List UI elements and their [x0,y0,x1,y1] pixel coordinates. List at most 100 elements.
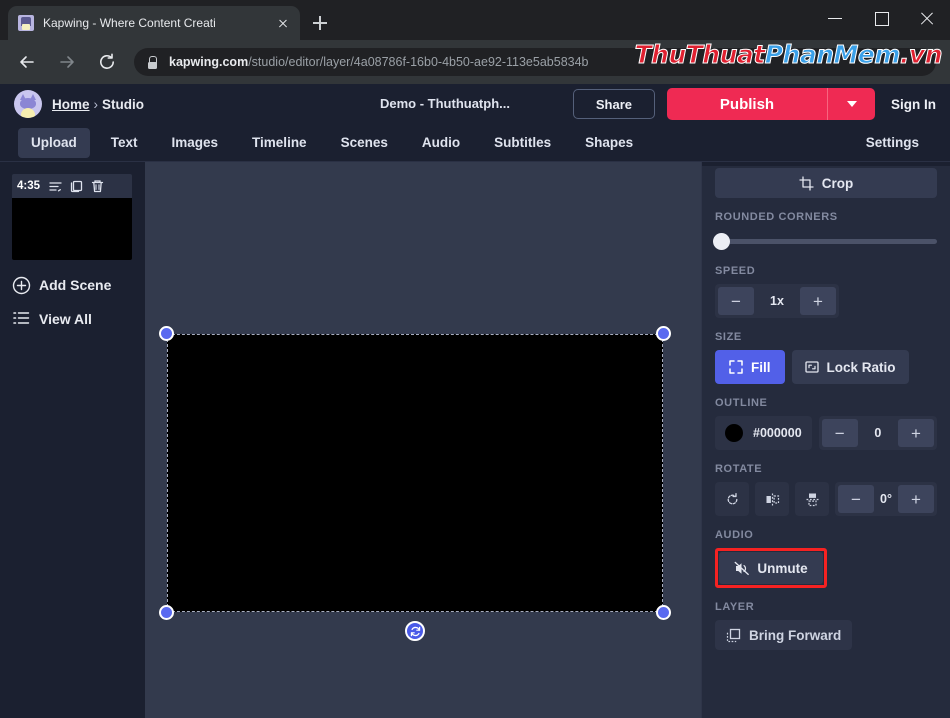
share-button[interactable]: Share [573,89,655,119]
tab-subtitles[interactable]: Subtitles [481,128,564,158]
breadcrumb: Home ›Studio [52,97,144,112]
fill-label: Fill [751,360,771,375]
lock-icon [146,55,158,69]
scene-duration: 4:35 [17,180,40,192]
scene-thumbnail[interactable] [12,198,132,260]
scene-card[interactable]: 4:35 [12,174,132,260]
duplicate-icon[interactable] [68,178,85,195]
resize-handle-bottom-right[interactable] [656,605,671,620]
outline-increase-button[interactable]: + [898,419,934,447]
browser-tab-strip: Kapwing - Where Content Creati [8,6,334,40]
publish-button[interactable]: Publish [667,88,827,120]
url-path: /studio/editor/layer/4a08786f-16b0-4b50-… [248,55,588,69]
kapwing-favicon-icon [18,15,34,31]
add-scene-label: Add Scene [39,277,111,293]
tab-close-icon[interactable] [274,14,292,32]
selected-layer[interactable] [167,334,663,612]
resize-handle-top-left[interactable] [159,326,174,341]
unmute-button[interactable]: Unmute [719,552,823,584]
trash-icon[interactable] [89,178,106,195]
speed-value: 1x [757,294,797,308]
rotate-increase-button[interactable]: + [898,485,934,513]
outline-label: OUTLINE [715,397,937,409]
flip-vertical-button[interactable] [795,482,829,516]
speed-increase-button[interactable]: + [800,287,836,315]
view-all-button[interactable]: View All [12,310,145,328]
speed-decrease-button[interactable]: − [718,287,754,315]
tab-shapes[interactable]: Shapes [572,128,646,158]
breadcrumb-home[interactable]: Home [52,97,90,112]
maximize-icon[interactable] [858,0,904,36]
slider-track[interactable] [715,239,937,244]
rotate-cw-button[interactable] [715,482,749,516]
outline-color-picker[interactable]: #000000 [715,416,812,450]
scenes-rail: 4:35 [0,162,145,718]
editor-canvas[interactable] [145,162,701,718]
tab-scenes[interactable]: Scenes [328,128,401,158]
app-header: Home ›Studio Demo - Thuthuatph... Share P… [0,84,950,124]
crop-button[interactable]: Crop [715,168,937,198]
size-options: Fill Lock Ratio [715,350,937,384]
breadcrumb-current: Studio [102,97,144,112]
new-tab-button[interactable] [306,9,334,37]
rotate-controls: − 0° + [715,482,937,516]
rotate-decrease-button[interactable]: − [838,485,874,513]
color-swatch [725,424,743,442]
back-arrow-icon[interactable] [10,45,44,79]
reload-icon[interactable] [90,45,124,79]
breadcrumb-separator: › [94,97,99,112]
forward-arrow-icon[interactable] [50,45,84,79]
outline-controls: #000000 − 0 + [715,416,937,450]
resize-handle-bottom-left[interactable] [159,605,174,620]
audio-label: AUDIO [715,529,937,541]
bring-forward-button[interactable]: Bring Forward [715,620,852,650]
publish-dropdown-button[interactable] [827,88,875,120]
panel-scroll-fade [702,162,950,166]
mute-speaker-icon [734,561,750,576]
browser-titlebar: Kapwing - Where Content Creati [0,0,950,40]
tab-text[interactable]: Text [98,128,151,158]
layer-label: LAYER [715,601,937,613]
slider-knob[interactable] [713,233,730,250]
tab-images[interactable]: Images [159,128,232,158]
project-title[interactable]: Demo - Thuthuatph... [380,96,510,111]
fill-button[interactable]: Fill [715,350,785,384]
resize-handle-top-right[interactable] [656,326,671,341]
url-domain: kapwing.com [169,55,248,69]
browser-tab[interactable]: Kapwing - Where Content Creati [8,6,300,40]
list-settings-icon[interactable] [47,178,64,195]
unmute-label: Unmute [757,561,807,576]
tab-upload[interactable]: Upload [18,128,90,158]
speed-stepper[interactable]: − 1x + [715,284,839,318]
window-controls [812,0,950,36]
watermark-part-2: PhanMem [765,40,900,69]
scene-toolbar: 4:35 [12,174,132,198]
rotate-stepper[interactable]: − 0° + [835,482,937,516]
close-icon[interactable] [904,0,950,36]
sign-in-button[interactable]: Sign In [891,97,936,112]
properties-panel: Crop ROUNDED CORNERS SPEED − 1x + SIZE [701,162,950,718]
tab-timeline[interactable]: Timeline [239,128,320,158]
add-scene-button[interactable]: Add Scene [12,276,145,294]
size-label: SIZE [715,331,937,343]
crop-label: Crop [822,176,854,191]
lock-ratio-button[interactable]: Lock Ratio [792,350,909,384]
flip-horizontal-button[interactable] [755,482,789,516]
rotate-label: ROTATE [715,463,937,475]
video-layer[interactable] [167,334,663,612]
speed-label: SPEED [715,265,937,277]
publish-group: Publish [667,88,875,120]
watermark-part-3: .vn [900,40,942,69]
rounded-corners-slider[interactable] [715,230,937,252]
outline-decrease-button[interactable]: − [822,419,858,447]
minimize-icon[interactable] [812,0,858,36]
list-icon [12,310,32,328]
lock-ratio-label: Lock Ratio [827,360,896,375]
tab-settings[interactable]: Settings [853,128,932,158]
watermark-part-1: ThuThuat [635,40,765,69]
site-watermark: ThuThuatPhanMem.vn [635,42,942,67]
tab-audio[interactable]: Audio [409,128,473,158]
rotate-handle[interactable] [405,621,425,641]
user-avatar[interactable] [14,90,42,118]
outline-width-stepper[interactable]: − 0 + [819,416,937,450]
